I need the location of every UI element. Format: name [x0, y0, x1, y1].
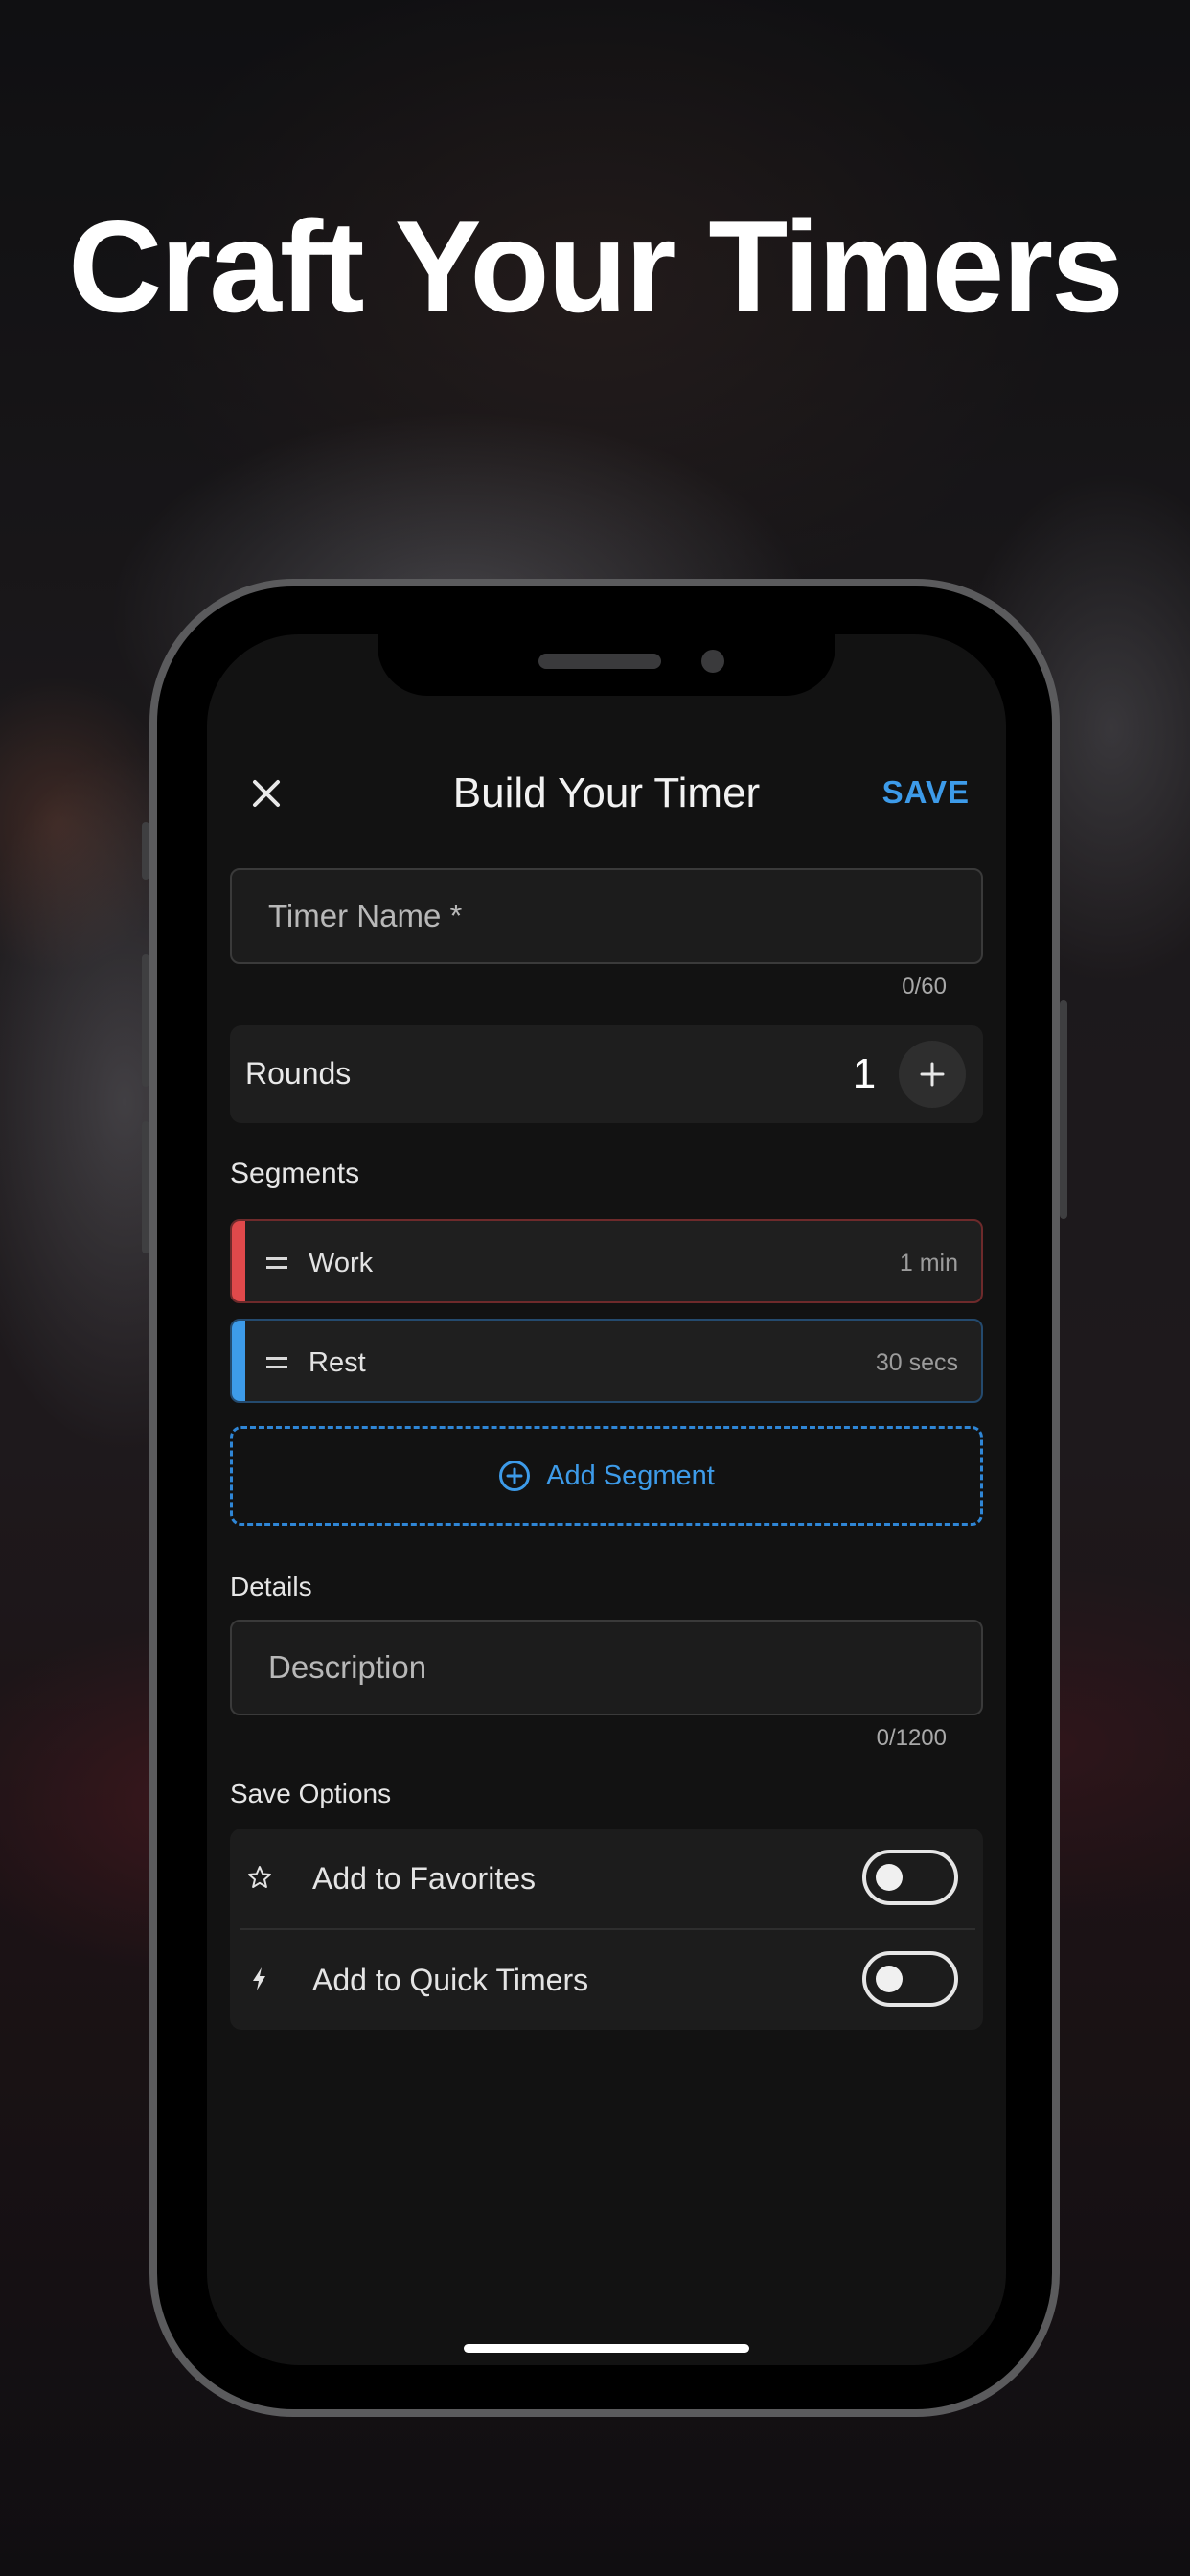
segment-item-work[interactable]: Work 1 min — [230, 1219, 983, 1303]
phone-screen: Build Your Timer SAVE 0/60 Rounds 1 Segm… — [207, 634, 1006, 2365]
option-label: Add to Quick Timers — [312, 1963, 589, 1997]
segment-item-rest[interactable]: Rest 30 secs — [230, 1319, 983, 1403]
star-icon — [248, 1866, 271, 1888]
timer-name-input[interactable] — [230, 868, 983, 964]
details-heading: Details — [230, 1572, 312, 1601]
phone-power-button — [1060, 1000, 1067, 1219]
segment-color-bar — [232, 1321, 245, 1401]
segment-duration: 30 secs — [875, 1349, 958, 1376]
segments-heading: Segments — [230, 1158, 360, 1189]
home-indicator — [464, 2344, 749, 2353]
option-row-quick-timers: Add to Quick Timers — [230, 1930, 983, 2028]
timer-name-counter: 0/60 — [902, 974, 947, 1000]
drag-handle-icon[interactable] — [266, 1353, 287, 1372]
headline: Craft Your Timers — [68, 194, 1124, 339]
segment-duration: 1 min — [899, 1250, 958, 1276]
description-counter: 0/1200 — [876, 1725, 947, 1751]
bolt-icon — [253, 1967, 265, 1990]
plus-circle-icon — [499, 1460, 531, 1491]
rounds-stepper: Rounds 1 — [230, 1025, 983, 1123]
rounds-increment-button[interactable] — [899, 1041, 966, 1108]
option-label: Add to Favorites — [312, 1861, 536, 1896]
quick-timers-toggle[interactable] — [862, 1951, 958, 2007]
plus-icon — [920, 1062, 945, 1087]
description-input[interactable] — [230, 1620, 983, 1715]
save-button[interactable]: SAVE — [882, 774, 970, 811]
save-options-heading: Save Options — [230, 1779, 392, 1808]
segment-name: Work — [309, 1248, 374, 1278]
phone-volume-down — [142, 1121, 149, 1254]
option-row-favorites: Add to Favorites — [230, 1828, 983, 1926]
notch — [378, 634, 835, 696]
phone-volume-up — [142, 954, 149, 1087]
add-segment-label: Add Segment — [546, 1460, 715, 1491]
segment-color-bar — [232, 1221, 245, 1301]
front-camera — [701, 650, 724, 673]
rounds-value: 1 — [852, 1050, 877, 1097]
add-segment-button[interactable]: Add Segment — [230, 1426, 983, 1526]
segment-name: Rest — [309, 1347, 366, 1378]
toggle-knob — [876, 1864, 903, 1891]
speaker-grille — [538, 654, 661, 669]
toggle-knob — [876, 1966, 903, 1992]
drag-handle-icon[interactable] — [266, 1254, 287, 1273]
save-options-card: Add to Favorites Add to Quick Timers — [230, 1828, 983, 2030]
phone-silent-switch — [142, 822, 149, 880]
favorites-toggle[interactable] — [862, 1850, 958, 1905]
rounds-label: Rounds — [245, 1056, 352, 1091]
